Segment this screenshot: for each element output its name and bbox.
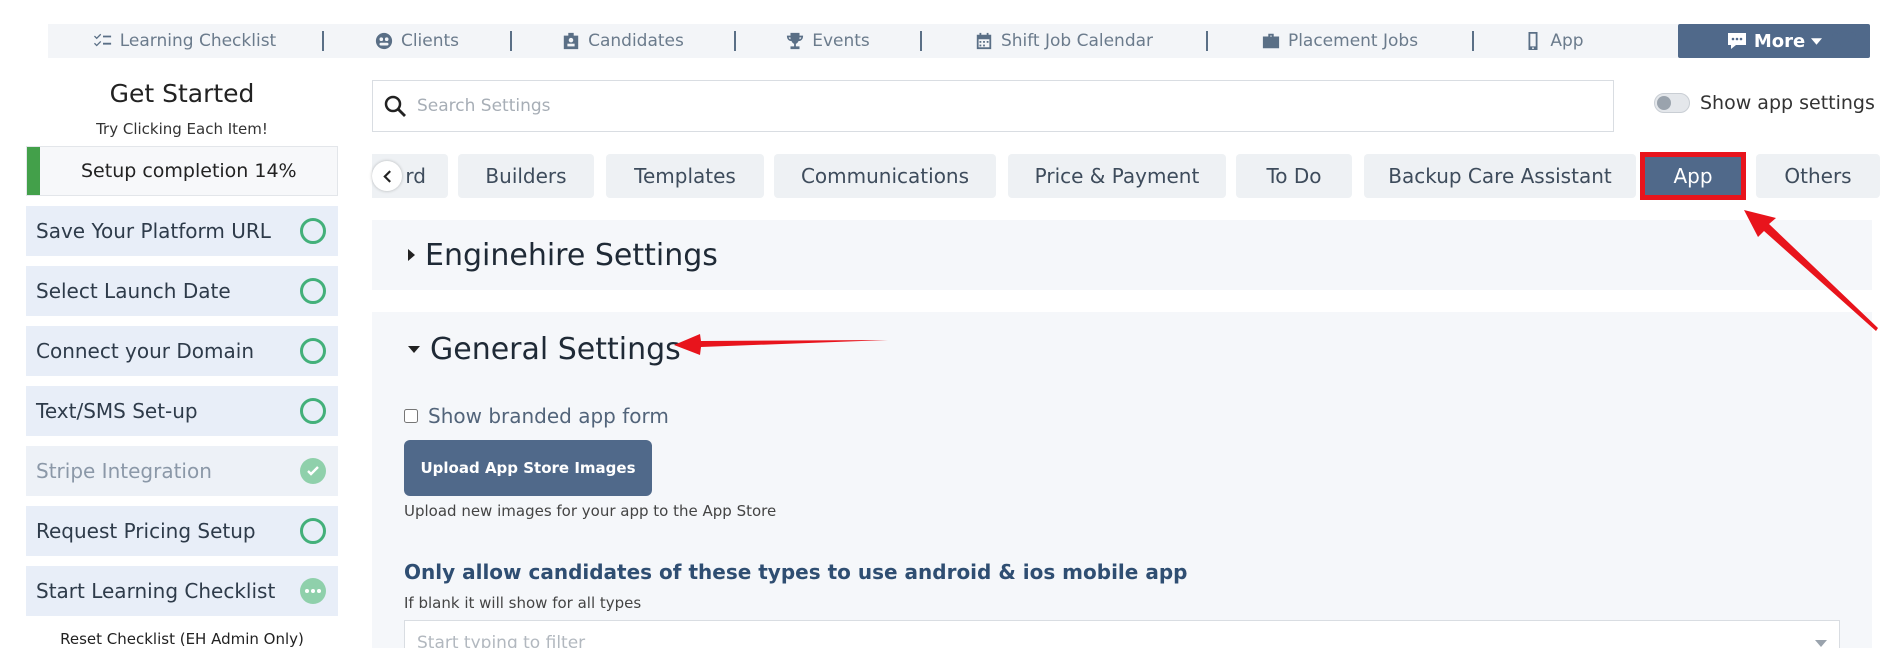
clients-icon <box>375 32 393 50</box>
tab-others[interactable]: Others <box>1756 154 1880 198</box>
tab-backup-care-assistant[interactable]: Backup Care Assistant <box>1364 154 1636 198</box>
tab-label: Templates <box>634 164 736 188</box>
reset-checklist-link[interactable]: Reset Checklist (EH Admin Only) <box>26 630 338 648</box>
show-app-settings-toggle[interactable]: Show app settings <box>1654 92 1875 114</box>
candidate-types-select[interactable] <box>404 620 1840 648</box>
checklist-item-label: Request Pricing Setup <box>36 519 256 543</box>
top-navigation: Learning Checklist Clients Candidates Ev… <box>48 24 1870 58</box>
nav-label: Clients <box>400 31 460 51</box>
tabs-scroll-left-button[interactable] <box>372 161 402 191</box>
setup-progress-bar: Setup completion 14% <box>26 146 338 196</box>
tab-label: Backup Care Assistant <box>1388 164 1612 188</box>
gear-icon <box>1829 29 1859 59</box>
settings-gear-button[interactable] <box>1829 28 1859 59</box>
mobile-icon <box>1528 32 1538 50</box>
candidate-types-title: Only allow candidates of these types to … <box>404 560 1188 584</box>
nav-events[interactable]: Events <box>736 24 920 58</box>
checklist-item-label: Start Learning Checklist <box>36 579 276 603</box>
general-settings-panel: General Settings Show branded app form U… <box>372 312 1872 648</box>
get-started-title: Get Started <box>109 79 255 108</box>
tab-label: Others <box>1784 164 1852 188</box>
tab-label: Builders <box>485 164 567 188</box>
nav-label: Candidates <box>588 31 684 51</box>
checklist-item-save-platform-url[interactable]: Save Your Platform URL <box>26 206 338 256</box>
checklist-item-stripe-integration[interactable]: Stripe Integration <box>26 446 338 496</box>
progress-label: Setup completion 14% <box>81 160 297 182</box>
tab-price-payment[interactable]: Price & Payment <box>1008 154 1226 198</box>
checklist-item-label: Text/SMS Set-up <box>36 399 198 423</box>
nav-candidates[interactable]: Candidates <box>512 24 734 58</box>
enginehire-settings-panel[interactable]: Enginehire Settings <box>372 220 1872 290</box>
ellipsis-circle-icon <box>300 578 326 604</box>
checklist-item-label: Stripe Integration <box>36 459 212 483</box>
nav-shift-job-calendar[interactable]: Shift Job Calendar <box>922 24 1206 58</box>
chevron-left-icon <box>382 169 391 183</box>
nav-learning-checklist[interactable]: Learning Checklist <box>48 24 322 58</box>
briefcase-icon <box>1262 33 1280 49</box>
nav-label: Placement Jobs <box>1287 31 1419 51</box>
checklist-item-start-learning-checklist[interactable]: Start Learning Checklist <box>26 566 338 616</box>
general-settings-header[interactable]: General Settings <box>372 320 1872 378</box>
tab-label: Price & Payment <box>1034 164 1200 188</box>
nav-label: App <box>1550 31 1584 51</box>
checklist-item-select-launch-date[interactable]: Select Launch Date <box>26 266 338 316</box>
nav-app[interactable]: App <box>1474 24 1634 58</box>
toggle-label: Show app settings <box>1700 92 1875 114</box>
tab-communications[interactable]: Communications <box>774 154 996 198</box>
circle-outline-icon <box>300 398 326 424</box>
chevron-down-icon <box>1811 37 1823 45</box>
checklist-item-connect-domain[interactable]: Connect your Domain <box>26 326 338 376</box>
checklist-icon <box>93 33 111 47</box>
show-branded-app-form-checkbox[interactable] <box>404 409 418 423</box>
search-icon <box>384 95 406 117</box>
caret-right-icon <box>408 249 415 261</box>
checkbox-label: Show branded app form <box>428 404 669 428</box>
checklist-item-label: Save Your Platform URL <box>36 219 271 243</box>
upload-app-store-images-button[interactable]: Upload App Store Images <box>404 440 652 496</box>
nav-label: Learning Checklist <box>119 31 277 51</box>
checklist: Save Your Platform URL Select Launch Dat… <box>26 206 338 616</box>
upload-help-text: Upload new images for your app to the Ap… <box>404 502 777 520</box>
calendar-icon <box>976 32 992 50</box>
tab-builders[interactable]: Builders <box>458 154 594 198</box>
checklist-item-request-pricing-setup[interactable]: Request Pricing Setup <box>26 506 338 556</box>
get-started-panel: Get Started Try Clicking Each Item! Setu… <box>26 76 338 648</box>
circle-outline-icon <box>300 218 326 244</box>
trophy-icon <box>787 32 804 50</box>
nav-label: Shift Job Calendar <box>1000 31 1154 51</box>
branded-app-form-option[interactable]: Show branded app form <box>404 404 669 428</box>
settings-search-bar <box>372 80 1614 132</box>
tab-to-do[interactable]: To Do <box>1236 154 1352 198</box>
tab-label: To Do <box>1266 164 1322 188</box>
checklist-item-label: Select Launch Date <box>36 279 231 303</box>
tab-label: App <box>1673 164 1713 188</box>
circle-outline-icon <box>300 338 326 364</box>
toggle-switch[interactable] <box>1654 93 1690 113</box>
tab-label: Communications <box>800 164 970 188</box>
circle-outline-icon <box>300 518 326 544</box>
candidate-types-help: If blank it will show for all types <box>404 594 642 612</box>
candidate-types-filter-input[interactable] <box>417 633 1717 648</box>
tab-app[interactable]: App <box>1640 152 1746 200</box>
enginehire-settings-title: Enginehire Settings <box>425 237 718 273</box>
more-label: More <box>1753 30 1806 52</box>
search-input[interactable] <box>417 96 1597 116</box>
tab-templates[interactable]: Templates <box>606 154 764 198</box>
checklist-item-label: Connect your Domain <box>36 339 254 363</box>
checklist-item-text-sms-setup[interactable]: Text/SMS Set-up <box>26 386 338 436</box>
progress-fill <box>27 147 41 195</box>
settings-tabs: rd Builders Templates Communications Pri… <box>372 152 1880 200</box>
tab-label: rd <box>405 164 426 188</box>
caret-down-icon <box>408 345 420 353</box>
check-circle-icon <box>300 458 326 484</box>
nav-clients[interactable]: Clients <box>324 24 510 58</box>
get-started-subtitle: Try Clicking Each Item! <box>96 120 268 138</box>
nav-label: Events <box>812 31 870 51</box>
message-icon <box>1727 33 1746 49</box>
circle-outline-icon <box>300 278 326 304</box>
dropdown-caret-icon <box>1815 639 1827 647</box>
nav-placement-jobs[interactable]: Placement Jobs <box>1208 24 1472 58</box>
candidates-icon <box>563 32 579 50</box>
general-settings-title: General Settings <box>430 331 681 367</box>
